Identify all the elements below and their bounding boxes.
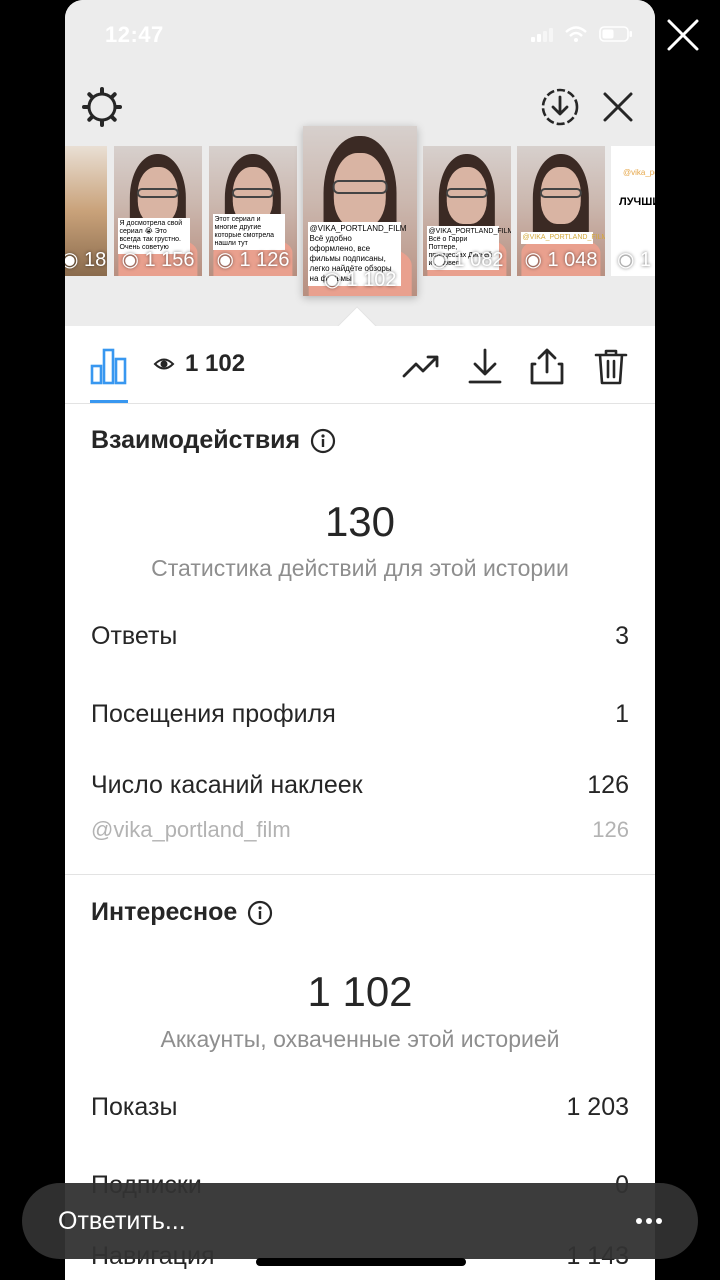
stat-value: 126 bbox=[592, 817, 629, 842]
discovery-total: 1 102 bbox=[307, 968, 413, 1015]
views-count: 1 102 bbox=[185, 350, 246, 377]
reply-bar[interactable]: Ответить... bbox=[22, 1183, 698, 1259]
discovery-title-text: Интересное bbox=[91, 898, 238, 926]
wifi-icon bbox=[565, 26, 587, 42]
story-thumbnail[interactable]: Я досмотрела свой сериал 😭 Это всегда та… bbox=[114, 146, 202, 276]
close-icon[interactable] bbox=[599, 88, 637, 126]
info-icon[interactable] bbox=[247, 900, 273, 926]
interactions-section-title: Взаимодействия bbox=[91, 426, 336, 455]
story-view-count: ◉ 1 082 bbox=[430, 249, 504, 271]
stat-value: 126 bbox=[587, 771, 629, 799]
status-bar: 12:47 bbox=[65, 0, 655, 70]
story-view-count: ◉ 185 bbox=[65, 249, 107, 271]
stat-value: 1 203 bbox=[566, 1093, 629, 1121]
stat-label: Посещения профиля bbox=[91, 700, 336, 728]
stat-row-impressions: Показы 1 203 bbox=[91, 1093, 629, 1122]
story-view-count: ◉ 1 048 bbox=[524, 249, 598, 271]
story-thumbnail[interactable]: ◉ 185 bbox=[65, 146, 107, 276]
stat-label: Показы bbox=[91, 1093, 178, 1121]
story-thumbnail[interactable]: @VIKA_PORTLAND_FILM ◉ 1 048 bbox=[517, 146, 605, 276]
more-options-icon[interactable] bbox=[634, 1209, 664, 1233]
story-view-count: ◉ 1 bbox=[617, 249, 652, 271]
share-icon[interactable] bbox=[527, 346, 567, 386]
battery-icon bbox=[599, 26, 633, 42]
story-archive-header: 12:47 ◉ 18 Я досмотрела свой сериал 😭 Эт… bbox=[65, 0, 655, 326]
story-tag: @vika_portland_film bbox=[623, 168, 655, 177]
story-thumbnail-strip[interactable]: ◉ 185 Я досмотрела свой сериал 😭 Это все… bbox=[65, 126, 655, 298]
section-divider bbox=[65, 874, 655, 875]
story-views[interactable]: 1 102 bbox=[153, 350, 245, 378]
stat-row-sticker-mention[interactable]: @vika_portland_film 126 bbox=[91, 817, 629, 843]
info-icon[interactable] bbox=[310, 428, 336, 454]
story-insights-sheet: 12:47 ◉ 18 Я досмотрела свой сериал 😭 Эт… bbox=[65, 0, 655, 1280]
reply-input[interactable]: Ответить... bbox=[58, 1207, 186, 1236]
close-icon[interactable] bbox=[666, 18, 700, 52]
story-caption: Этот сериал и многие другие которые смот… bbox=[212, 214, 285, 250]
story-thumbnail[interactable]: @vika_portland_film ЛУЧШИ ◉ 1 bbox=[611, 146, 655, 276]
status-time: 12:47 bbox=[105, 22, 164, 47]
stat-value: 1 bbox=[615, 700, 629, 728]
save-story-icon[interactable] bbox=[539, 86, 581, 128]
story-toolbar: 1 102 bbox=[65, 326, 655, 404]
discovery-section-title: Интересное bbox=[91, 898, 273, 927]
interactions-total: 130 bbox=[324, 498, 396, 545]
stat-label: @vika_portland_film bbox=[91, 817, 291, 842]
story-caption: @VIKA_PORTLAND_FILM bbox=[520, 232, 605, 244]
insights-bar-chart-icon[interactable] bbox=[89, 346, 129, 386]
promote-trend-icon[interactable] bbox=[401, 346, 441, 386]
stat-label: Число касаний наклеек bbox=[91, 771, 363, 799]
interactions-title-text: Взаимодействия bbox=[91, 426, 301, 454]
story-thumbnail[interactable]: Этот сериал и многие другие которые смот… bbox=[209, 146, 297, 276]
stat-row-replies: Ответы 3 bbox=[91, 622, 629, 651]
stat-row-sticker-taps: Число касаний наклеек 126 bbox=[91, 771, 629, 800]
active-tab-indicator bbox=[90, 400, 128, 403]
download-icon[interactable] bbox=[465, 346, 505, 386]
settings-gear-icon[interactable] bbox=[81, 86, 123, 128]
eye-icon bbox=[153, 358, 175, 370]
signal-icon bbox=[531, 26, 553, 42]
story-view-count: ◉ 1 126 bbox=[216, 249, 290, 271]
interactions-subtitle: Статистика действий для этой истории bbox=[151, 555, 569, 581]
story-thumbnail[interactable]: @VIKA_PORTLAND_FILM Всё о Гарри Поттере,… bbox=[423, 146, 511, 276]
story-thumbnail-selected[interactable]: @VIKA_PORTLAND_FILM Всё удобно оформлено… bbox=[303, 126, 417, 296]
trash-icon[interactable] bbox=[591, 346, 631, 386]
story-view-count: ◉ 1 156 bbox=[121, 249, 195, 271]
home-indicator bbox=[256, 1258, 466, 1266]
stat-label: Ответы bbox=[91, 622, 178, 650]
stat-row-profile-visits: Посещения профиля 1 bbox=[91, 700, 629, 729]
stat-value: 3 bbox=[615, 622, 629, 650]
discovery-subtitle: Аккаунты, охваченные этой историей bbox=[160, 1026, 560, 1052]
story-caption: ЛУЧШИ bbox=[619, 196, 655, 208]
story-view-count: ◉ 1 102 bbox=[323, 269, 397, 291]
